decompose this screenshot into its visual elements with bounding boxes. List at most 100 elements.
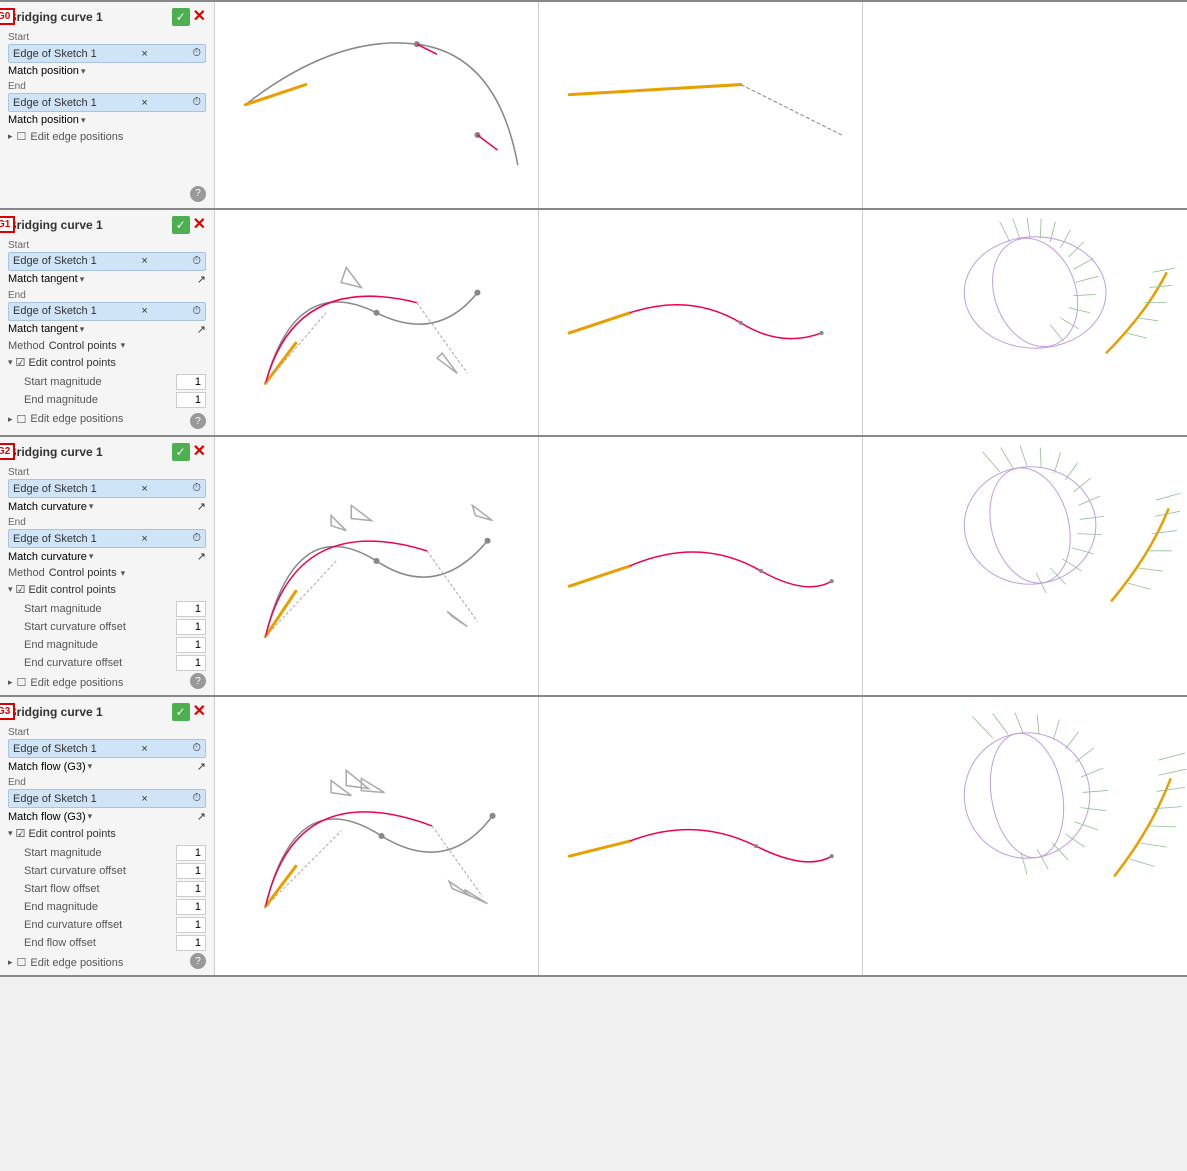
end-edge-input[interactable]: Edge of Sketch 1×⏱ <box>8 529 206 548</box>
method-arrow[interactable]: ▾ <box>121 340 126 351</box>
start-match-dropdown[interactable]: Match flow (G3)▾ <box>8 761 92 773</box>
edit-edge-checkbox[interactable]: ☐ <box>17 676 27 689</box>
end-clock-icon[interactable]: ⏱ <box>192 96 201 109</box>
method-arrow[interactable]: ▾ <box>121 568 126 579</box>
end-match-dropdown[interactable]: Match tangent▾ <box>8 323 84 335</box>
accept-button[interactable]: ✓ <box>172 443 190 461</box>
method-row: MethodControl points▾ <box>8 340 206 352</box>
end-edge-input[interactable]: Edge of Sketch 1×⏱ <box>8 93 206 112</box>
param-value[interactable]: 1 <box>176 845 206 861</box>
edit-control-checkbox[interactable]: ☑ Edit control points <box>16 827 116 840</box>
edit-edge-row: ▸☐Edit edge positions <box>8 676 206 689</box>
canvas-cell-G0-3[interactable] <box>863 2 1187 208</box>
param-value[interactable]: 1 <box>176 392 206 408</box>
edit-edge-checkbox[interactable]: ☐ <box>17 130 27 143</box>
start-match-label: Match position <box>8 65 79 77</box>
end-clear-icon[interactable]: × <box>141 305 147 317</box>
panel-G0: G0Bridging curve 1✓✕StartEdge of Sketch … <box>0 2 215 208</box>
help-icon[interactable]: ? <box>190 186 206 202</box>
param-value[interactable]: 1 <box>176 935 206 951</box>
start-edge-input[interactable]: Edge of Sketch 1×⏱ <box>8 252 206 271</box>
end-match-row: Match curvature▾↗ <box>8 550 206 563</box>
start-clear-icon[interactable]: × <box>141 48 147 60</box>
end-edge-input[interactable]: Edge of Sketch 1×⏱ <box>8 302 206 321</box>
canvas-cell-G0-2[interactable] <box>539 2 863 208</box>
end-clock-icon[interactable]: ⏱ <box>192 305 201 318</box>
accept-button[interactable]: ✓ <box>172 216 190 234</box>
param-value[interactable]: 1 <box>176 863 206 879</box>
start-clear-icon[interactable]: × <box>141 255 147 267</box>
param-label: End magnitude <box>24 394 98 406</box>
param-value[interactable]: 1 <box>176 601 206 617</box>
canvas-cell-G3-2[interactable] <box>539 697 863 975</box>
param-label: End flow offset <box>24 937 96 949</box>
param-label: Start magnitude <box>24 603 102 615</box>
end-match-dropdown[interactable]: Match position▾ <box>8 114 85 126</box>
edit-edge-expand[interactable]: ▸ <box>8 957 13 968</box>
end-match-dropdown[interactable]: Match curvature▾ <box>8 551 93 563</box>
param-value[interactable]: 1 <box>176 374 206 390</box>
reject-button[interactable]: ✕ <box>193 443 206 461</box>
edit-edge-expand[interactable]: ▸ <box>8 677 13 688</box>
edit-control-checkbox[interactable]: ☑ Edit control points <box>16 583 116 596</box>
edit-edge-checkbox[interactable]: ☐ <box>17 413 27 426</box>
end-match-dropdown[interactable]: Match flow (G3)▾ <box>8 811 92 823</box>
panel-header-actions: ✓✕ <box>172 443 206 461</box>
start-edge-input[interactable]: Edge of Sketch 1×⏱ <box>8 44 206 63</box>
param-value[interactable]: 1 <box>176 655 206 671</box>
param-value[interactable]: 1 <box>176 619 206 635</box>
help-icon[interactable]: ? <box>190 413 206 429</box>
edit-control-expand[interactable]: ▾ <box>8 828 13 839</box>
end-clear-icon[interactable]: × <box>141 97 147 109</box>
start-match-label: Match tangent <box>8 273 78 285</box>
param-label: Start curvature offset <box>24 865 126 877</box>
end-label: End <box>8 517 206 528</box>
start-clock-icon[interactable]: ⏱ <box>192 742 201 755</box>
param-value[interactable]: 1 <box>176 881 206 897</box>
canvas-cell-G3-1[interactable] <box>215 697 539 975</box>
start-clock-icon[interactable]: ⏱ <box>192 47 201 60</box>
param-value[interactable]: 1 <box>176 917 206 933</box>
canvas-cell-G2-3[interactable] <box>863 437 1187 695</box>
reject-button[interactable]: ✕ <box>193 216 206 234</box>
start-clear-icon[interactable]: × <box>141 743 147 755</box>
end-match-icon: ↗ <box>197 810 206 823</box>
edit-edge-checkbox[interactable]: ☐ <box>17 956 27 969</box>
param-row: Start flow offset1 <box>8 880 206 898</box>
start-clear-icon[interactable]: × <box>141 483 147 495</box>
end-clock-icon[interactable]: ⏱ <box>192 532 201 545</box>
start-edge-input[interactable]: Edge of Sketch 1 × ⏱ <box>8 739 206 758</box>
canvas-cell-G2-2[interactable] <box>539 437 863 695</box>
accept-button[interactable]: ✓ <box>172 703 190 721</box>
edit-control-expand[interactable]: ▾ <box>8 357 13 368</box>
end-clock-icon[interactable]: ⏱ <box>192 792 201 805</box>
canvas-cell-G2-1[interactable] <box>215 437 539 695</box>
start-edge-text: Edge of Sketch 1 <box>13 743 97 755</box>
edit-edge-expand[interactable]: ▸ <box>8 414 13 425</box>
g-label-G0: G0 <box>0 8 15 25</box>
start-match-dropdown[interactable]: Match curvature▾ <box>8 501 93 513</box>
start-edge-input[interactable]: Edge of Sketch 1×⏱ <box>8 479 206 498</box>
end-clear-icon[interactable]: × <box>141 533 147 545</box>
start-clock-icon[interactable]: ⏱ <box>192 482 201 495</box>
canvas-cell-G3-3[interactable] <box>863 697 1187 975</box>
start-match-dropdown[interactable]: Match tangent▾ <box>8 273 84 285</box>
reject-button[interactable]: ✕ <box>193 8 206 26</box>
end-clear-icon[interactable]: × <box>141 793 147 805</box>
end-label: End <box>8 290 206 301</box>
param-value[interactable]: 1 <box>176 899 206 915</box>
start-match-dropdown[interactable]: Match position▾ <box>8 65 85 77</box>
param-value[interactable]: 1 <box>176 637 206 653</box>
canvas-cell-G1-3[interactable] <box>863 210 1187 436</box>
edit-control-checkbox[interactable]: ☑ Edit control points <box>16 356 116 369</box>
edit-control-expand[interactable]: ▾ <box>8 584 13 595</box>
param-row: End magnitude 1 <box>8 391 206 409</box>
canvas-cell-G0-1[interactable] <box>215 2 539 208</box>
start-clock-icon[interactable]: ⏱ <box>192 255 201 268</box>
end-edge-input[interactable]: Edge of Sketch 1×⏱ <box>8 789 206 808</box>
canvas-cell-G1-2[interactable] <box>539 210 863 436</box>
edit-edge-expand[interactable]: ▸ <box>8 131 13 142</box>
reject-button[interactable]: ✕ <box>193 703 206 721</box>
canvas-cell-G1-1[interactable] <box>215 210 539 436</box>
accept-button[interactable]: ✓ <box>172 8 190 26</box>
